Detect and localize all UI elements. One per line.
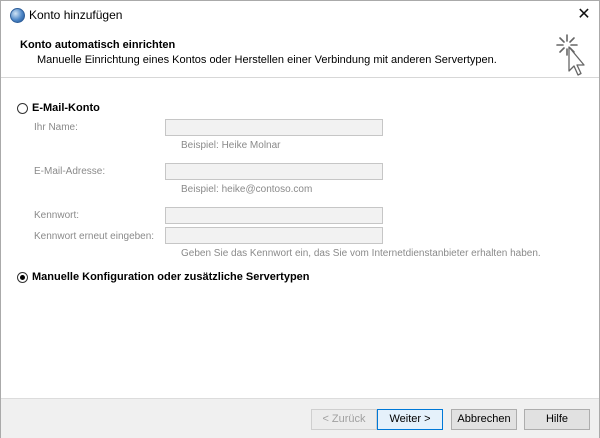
email-account-radio[interactable] xyxy=(17,103,28,114)
back-button[interactable]: < Zurück xyxy=(311,409,377,430)
name-label: Ihr Name: xyxy=(34,122,78,133)
next-button[interactable]: Weiter > xyxy=(377,409,443,430)
name-input[interactable] xyxy=(165,119,383,136)
help-button[interactable]: Hilfe xyxy=(524,409,590,430)
wizard-header: Konto automatisch einrichten Manuelle Ei… xyxy=(1,29,599,78)
email-account-label[interactable]: E-Mail-Konto xyxy=(32,102,100,114)
close-button[interactable]: ✕ xyxy=(569,1,599,29)
cursor-sparkle-icon xyxy=(556,34,585,76)
name-hint: Beispiel: Heike Molnar xyxy=(181,140,281,151)
app-globe-icon xyxy=(10,8,25,23)
email-label: E-Mail-Adresse: xyxy=(34,166,106,177)
password-label: Kennwort: xyxy=(34,210,80,221)
password-hint: Geben Sie das Kennwort ein, das Sie vom … xyxy=(181,248,541,259)
title-bar: Konto hinzufügen ✕ xyxy=(1,1,599,29)
email-input[interactable] xyxy=(165,163,383,180)
cancel-button[interactable]: Abbrechen xyxy=(451,409,517,430)
email-hint: Beispiel: heike@contoso.com xyxy=(181,184,313,195)
header-subtitle: Manuelle Einrichtung eines Kontos oder H… xyxy=(37,54,497,66)
header-title: Konto automatisch einrichten xyxy=(20,39,176,51)
button-bar: < Zurück Weiter > Abbrechen Hilfe xyxy=(1,398,599,438)
password-repeat-input[interactable] xyxy=(165,227,383,244)
manual-config-label[interactable]: Manuelle Konfiguration oder zusätzliche … xyxy=(32,271,310,283)
window-title: Konto hinzufügen xyxy=(29,8,123,22)
password-repeat-label: Kennwort erneut eingeben: xyxy=(34,231,155,242)
wizard-content: E-Mail-Konto Ihr Name: Beispiel: Heike M… xyxy=(1,78,599,398)
manual-config-radio[interactable] xyxy=(17,272,28,283)
add-account-dialog: Konto hinzufügen ✕ Konto automatisch ein… xyxy=(0,0,600,438)
password-input[interactable] xyxy=(165,207,383,224)
